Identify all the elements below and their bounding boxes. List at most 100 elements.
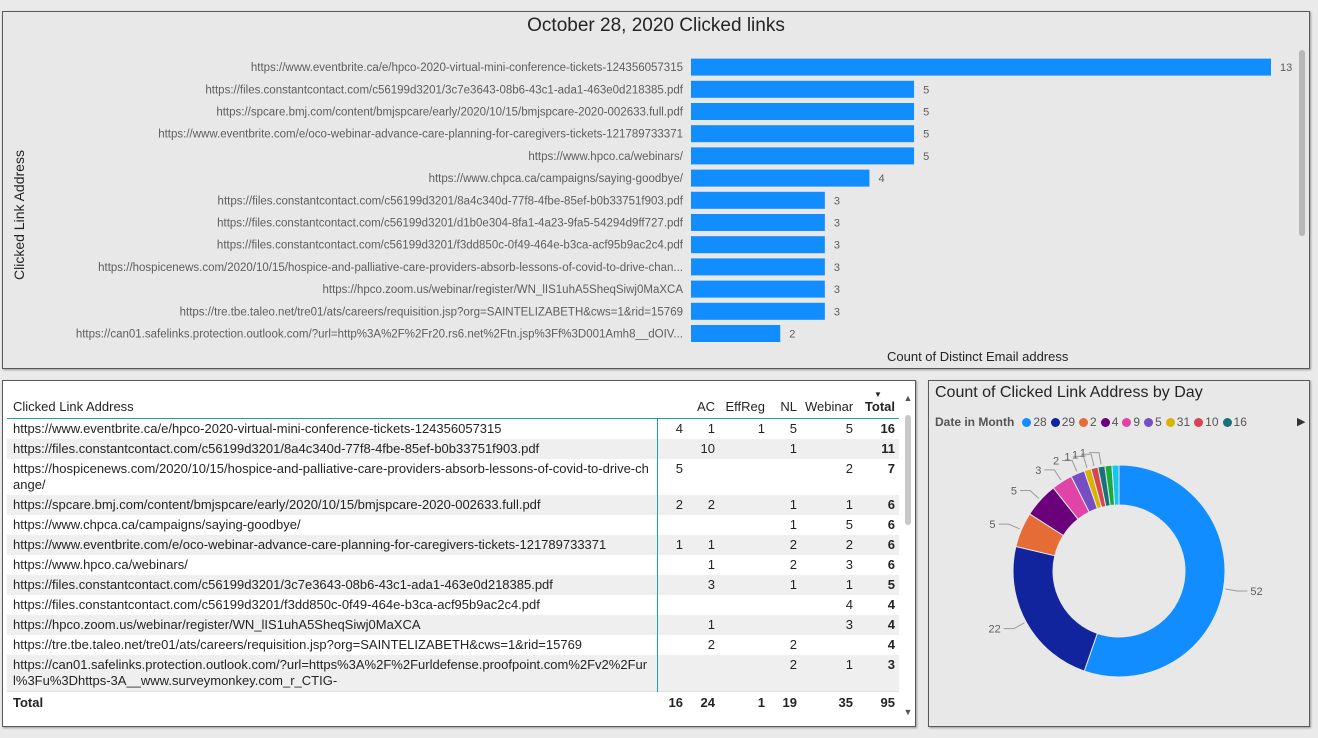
row-effreg-cell bbox=[719, 635, 769, 655]
bar-category-label: https://www.hpco.ca/webinars/ bbox=[528, 151, 683, 163]
row-nl-cell: 5 bbox=[789, 421, 797, 436]
bar-chart-scrollbar[interactable] bbox=[1299, 50, 1305, 236]
row-total-cell: 4 bbox=[887, 637, 895, 652]
donut-slice[interactable] bbox=[1012, 545, 1098, 672]
row-link-cell[interactable]: https://can01.safelinks.protection.outlo… bbox=[7, 655, 658, 692]
donut-leader-line bbox=[1020, 490, 1040, 499]
row-link-cell[interactable]: https://spcare.bmj.com/content/bmjspcare… bbox=[7, 495, 658, 515]
bar[interactable] bbox=[691, 191, 825, 209]
row-effreg-cell bbox=[719, 459, 769, 495]
row-effreg-cell bbox=[719, 595, 769, 615]
row-link-cell[interactable]: https://www.eventbrite.ca/e/hpco-2020-vi… bbox=[7, 418, 658, 439]
row-effreg-cell bbox=[719, 515, 769, 535]
scroll-down-icon[interactable]: ▼ bbox=[903, 707, 913, 717]
bar-category-label: https://files.constantcontact.com/c56199… bbox=[218, 195, 684, 207]
table-row[interactable]: https://www.hpco.ca/webinars/1 2 3 6 bbox=[7, 555, 899, 575]
table-scrollbar[interactable]: ▲ ▼ bbox=[903, 389, 913, 719]
row-link-cell[interactable]: https://www.chpca.ca/campaigns/saying-go… bbox=[7, 515, 658, 535]
table-row[interactable]: https://hpco.zoom.us/webinar/register/WN… bbox=[7, 615, 899, 635]
bar-chart-svg: https://www.eventbrite.ca/e/hpco-2020-vi… bbox=[76, 58, 1292, 342]
table-scroll-thumb[interactable] bbox=[905, 415, 911, 525]
col-header-webinar[interactable]: Webinar bbox=[801, 385, 857, 419]
col-header-ac[interactable]: AC bbox=[687, 385, 719, 419]
row-effreg-cell bbox=[719, 495, 769, 515]
bar[interactable] bbox=[691, 236, 825, 254]
row-webinar-cell: 5 bbox=[845, 517, 853, 532]
table-row[interactable]: https://files.constantcontact.com/c56199… bbox=[7, 439, 899, 459]
row-nl-cell: 1 bbox=[789, 441, 797, 456]
donut-data-label: 1 bbox=[1072, 449, 1078, 461]
bar-category-label: https://files.constantcontact.com/c56199… bbox=[217, 240, 684, 252]
bar[interactable] bbox=[691, 169, 870, 187]
table-row[interactable]: https://hospicenews.com/2020/10/15/hospi… bbox=[7, 459, 899, 495]
row-c0-cell bbox=[657, 655, 687, 692]
row-webinar-cell: 4 bbox=[845, 597, 853, 612]
row-ac-cell: 10 bbox=[700, 441, 715, 456]
table-header-row: Clicked Link Address AC EffReg NL Webina… bbox=[7, 385, 899, 419]
row-c0-cell: 1 bbox=[675, 537, 683, 552]
table-row[interactable]: https://tre.tbe.taleo.net/tre01/ats/care… bbox=[7, 635, 899, 655]
scroll-up-icon[interactable]: ▲ bbox=[903, 393, 913, 403]
donut-data-label: 3 bbox=[1035, 465, 1041, 477]
table-row[interactable]: https://spcare.bmj.com/content/bmjspcare… bbox=[7, 495, 899, 515]
row-webinar-cell: 1 bbox=[845, 577, 853, 592]
row-ac-cell: 3 bbox=[707, 577, 715, 592]
bar-value-label: 3 bbox=[834, 284, 840, 296]
bar-category-label: https://www.chpca.ca/campaigns/saying-go… bbox=[429, 173, 684, 185]
table-row[interactable]: https://www.chpca.ca/campaigns/saying-go… bbox=[7, 515, 899, 535]
col-header-blank[interactable] bbox=[657, 385, 687, 419]
total-cell: 16 bbox=[657, 691, 687, 714]
row-effreg-cell bbox=[719, 439, 769, 459]
row-link-cell[interactable]: https://hpco.zoom.us/webinar/register/WN… bbox=[7, 615, 658, 635]
row-total-cell: 6 bbox=[887, 497, 895, 512]
bar[interactable] bbox=[691, 125, 915, 143]
bar-category-label: https://tre.tbe.taleo.net/tre01/ats/care… bbox=[180, 306, 683, 318]
row-link-cell[interactable]: https://www.eventbrite.com/e/oco-webinar… bbox=[7, 535, 658, 555]
row-nl-cell bbox=[769, 459, 801, 495]
bar[interactable] bbox=[691, 325, 781, 342]
bar-value-label: 3 bbox=[834, 262, 840, 274]
bar[interactable] bbox=[691, 147, 915, 165]
table-row[interactable]: https://www.eventbrite.ca/e/hpco-2020-vi… bbox=[7, 418, 899, 439]
row-total-cell: 3 bbox=[887, 657, 895, 672]
row-link-cell[interactable]: https://tre.tbe.taleo.net/tre01/ats/care… bbox=[7, 635, 658, 655]
row-link-cell[interactable]: https://files.constantcontact.com/c56199… bbox=[7, 575, 658, 595]
bar[interactable] bbox=[691, 58, 1271, 76]
table-row[interactable]: https://files.constantcontact.com/c56199… bbox=[7, 595, 899, 615]
donut-data-label: 52 bbox=[1250, 586, 1262, 598]
row-link-cell[interactable]: https://www.hpco.ca/webinars/ bbox=[7, 555, 658, 575]
bar[interactable] bbox=[691, 258, 825, 276]
bar-chart-panel: October 28, 2020 Clicked links Clicked L… bbox=[2, 11, 1310, 369]
row-effreg-cell bbox=[719, 655, 769, 692]
row-webinar-cell: 2 bbox=[845, 537, 853, 552]
bar[interactable] bbox=[691, 103, 915, 120]
bar[interactable] bbox=[691, 214, 825, 231]
row-effreg-cell bbox=[719, 615, 769, 635]
total-label: Total bbox=[7, 691, 657, 714]
col-header-total-label: Total bbox=[864, 399, 895, 414]
table-total-row: Total 16 24 1 19 35 95 bbox=[7, 691, 899, 714]
col-header-effreg[interactable]: EffReg bbox=[719, 385, 769, 419]
col-header-total[interactable]: ▼ Total bbox=[857, 385, 899, 419]
row-link-cell[interactable]: https://hospicenews.com/2020/10/15/hospi… bbox=[7, 459, 658, 495]
bar[interactable] bbox=[691, 80, 915, 98]
bar-category-label: https://hospicenews.com/2020/10/15/hospi… bbox=[98, 262, 683, 274]
row-link-cell[interactable]: https://files.constantcontact.com/c56199… bbox=[7, 595, 658, 615]
table-row[interactable]: https://www.eventbrite.com/e/oco-webinar… bbox=[7, 535, 899, 555]
row-total-cell: 6 bbox=[887, 557, 895, 572]
bar-value-label: 4 bbox=[878, 173, 884, 185]
row-c0-cell bbox=[657, 515, 687, 535]
col-header-nl[interactable]: NL bbox=[769, 385, 801, 419]
row-webinar-cell: 5 bbox=[845, 421, 853, 436]
row-link-cell[interactable]: https://files.constantcontact.com/c56199… bbox=[7, 439, 658, 459]
table-row[interactable]: https://can01.safelinks.protection.outlo… bbox=[7, 655, 899, 692]
table-row[interactable]: https://files.constantcontact.com/c56199… bbox=[7, 575, 899, 595]
row-nl-cell: 1 bbox=[789, 577, 797, 592]
row-c0-cell bbox=[657, 439, 687, 459]
bar[interactable] bbox=[691, 280, 825, 298]
col-header-link[interactable]: Clicked Link Address bbox=[7, 385, 657, 419]
donut-leader-line bbox=[998, 523, 1020, 530]
donut-data-label: 1 bbox=[1064, 451, 1070, 463]
bar[interactable] bbox=[691, 302, 825, 320]
row-c0-cell bbox=[657, 595, 687, 615]
